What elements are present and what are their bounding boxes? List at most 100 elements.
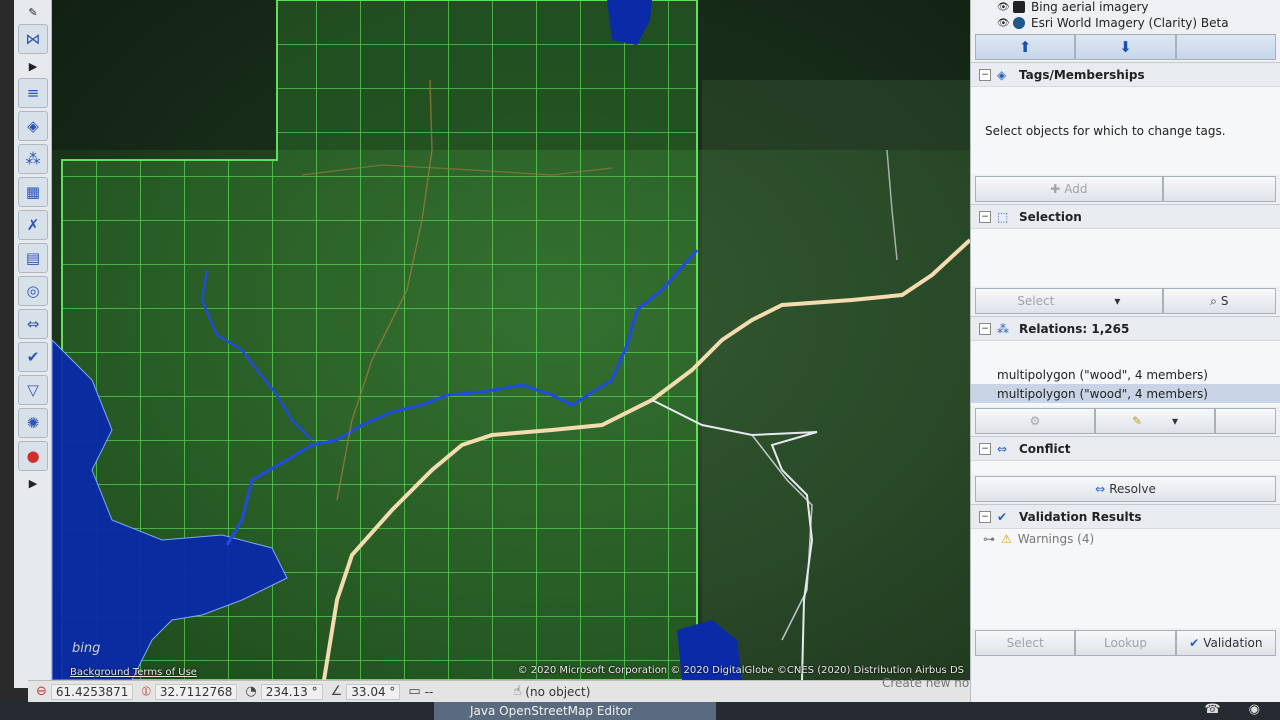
selection-list[interactable] <box>971 228 1280 286</box>
longitude-display: ⦶ 32.7112768 <box>141 683 238 700</box>
dropdown-arrow-icon[interactable]: ▾ <box>1114 294 1120 308</box>
bing-logo: bing <box>72 641 101 656</box>
tags-panel-header[interactable]: − ◈ Tags/Memberships <box>971 62 1280 86</box>
check-icon: ✔ <box>1189 636 1200 650</box>
tray-icons: ☎ ◉ <box>1204 702 1272 717</box>
move-up-button[interactable]: ⬆ <box>975 34 1076 60</box>
collapse-icon[interactable]: − <box>979 510 991 523</box>
resolve-icon: ⇔ <box>1095 482 1106 496</box>
taskbar: Java OpenStreetMap Editor ☎ ◉ <box>0 702 1280 720</box>
collapse-icon[interactable]: − <box>979 442 991 455</box>
imagery-icon[interactable]: ◎ <box>18 276 48 306</box>
tags-button-bar: ✚ Add <box>975 176 1276 202</box>
taskbar-josm-item[interactable]: Java OpenStreetMap Editor <box>434 702 716 720</box>
add-tag-button[interactable]: ✚ Add <box>975 176 1163 202</box>
layer-item[interactable]: 👁 Esri World Imagery (Clarity) Beta <box>971 16 1280 30</box>
angle-display: ∠ 33.04 ° <box>330 683 401 700</box>
josm-window: ✎ ⋈ ▶ ≡ ◈ ⁂ ▦ ✗ ▤ ◎ ⇔ ✔ ▽ ✺ ● ▶ bing Bac… <box>0 0 1280 720</box>
collapse-icon[interactable]: − <box>979 210 991 223</box>
selection-button-bar: Select ▾ ⌕ S <box>975 288 1276 314</box>
collapse-icon[interactable]: − <box>979 68 991 81</box>
selection-panel-header[interactable]: − ⬚ Selection <box>971 204 1280 228</box>
validation-tree: ⊶ ⚠ Warnings (4) <box>971 528 1280 628</box>
globe-icon <box>1013 17 1025 29</box>
distance-display: ▭ -- <box>408 684 434 699</box>
edit-icon: ✎ <box>1131 414 1143 428</box>
eye-icon[interactable]: 👁 <box>997 18 1013 29</box>
tags-empty-message: Select objects for which to change tags. <box>985 123 1226 138</box>
gear-icon: ⚙ <box>1029 414 1041 428</box>
tag-icon: ◈ <box>997 67 1007 82</box>
pointer-icon: ☝ <box>513 684 522 699</box>
expand-arrow-icon[interactable]: ▶ <box>18 474 48 492</box>
pencil-icon[interactable]: ✎ <box>18 3 48 21</box>
layer-item[interactable]: 👁 Bing aerial imagery <box>971 0 1280 14</box>
warnings-node[interactable]: ⊶ ⚠ Warnings (4) <box>971 529 1280 549</box>
improve-way-icon[interactable]: ⋈ <box>18 24 48 54</box>
move-down-button[interactable]: ⬇ <box>1075 34 1176 60</box>
relation-more-button[interactable] <box>1215 408 1276 434</box>
validation-button-bar: Select Lookup ✔ Validation <box>975 630 1276 656</box>
relation-item[interactable]: multipolygon ("wood", 4 members) <box>971 365 1280 384</box>
bing-layer-icon <box>1013 1 1025 13</box>
latitude-icon: ⊖ <box>36 684 47 699</box>
map-canvas[interactable] <box>52 0 970 680</box>
layers-icon[interactable]: ≡ <box>18 78 48 108</box>
imagery-attribution: © 2020 Microsoft Corporation © 2020 Digi… <box>517 665 964 676</box>
collapse-icon[interactable]: − <box>979 322 991 335</box>
status-bar: ⊖ 61.4253871 ⦶ 32.7112768 ◔ 234.13 ° ∠ 33.04… <box>28 680 970 702</box>
search-button[interactable]: ⌕ S <box>1162 288 1276 314</box>
validation-select-button[interactable]: Select <box>975 630 1076 656</box>
relation-edit-button[interactable]: ✎ ▾ <box>1095 408 1215 434</box>
relation-item[interactable]: multipolygon ("wood", 4 members) <box>971 384 1280 403</box>
relation-select-button[interactable]: ⚙ <box>975 408 1095 434</box>
forest-area-right <box>702 80 970 680</box>
eye-icon[interactable]: 👁 <box>997 2 1013 13</box>
select-button[interactable]: Select ▾ <box>975 288 1163 314</box>
angle-icon: ∠ <box>330 684 343 699</box>
notes-icon[interactable]: ▤ <box>18 243 48 273</box>
arrow-down-icon: ⬇ <box>1119 38 1132 56</box>
conflict-list[interactable] <box>971 460 1280 474</box>
background-terms-link[interactable]: Background Terms of Use <box>70 667 197 678</box>
plus-icon: ✚ <box>1050 182 1061 196</box>
relation-icon[interactable]: ⁂ <box>18 144 48 174</box>
relation-icon: ⁂ <box>997 321 1009 336</box>
relations-panel-header[interactable]: − ⁂ Relations: 1,265 <box>971 316 1280 340</box>
map-view[interactable]: bing Background Terms of Use © 2020 Micr… <box>52 0 970 680</box>
expand-arrow-icon[interactable]: ▶ <box>18 57 48 75</box>
conflict-icon[interactable]: ⇔ <box>18 309 48 339</box>
validation-button[interactable]: ✔ Validation <box>1175 630 1276 656</box>
heading-display: ◔ 234.13 ° <box>245 683 323 700</box>
conflict-button-bar: ⇔ Resolve <box>975 476 1276 502</box>
lookup-button[interactable]: Lookup <box>1075 630 1176 656</box>
tag-icon[interactable]: ◈ <box>18 111 48 141</box>
location-marker-icon[interactable]: ● <box>18 441 48 471</box>
ruler-icon: ▭ <box>408 684 421 699</box>
arrow-up-icon: ⬆ <box>1018 38 1032 56</box>
warning-icon: ⚠ <box>1001 532 1012 546</box>
expand-icon[interactable]: ⊶ <box>983 532 995 546</box>
history-icon[interactable]: ✗ <box>18 210 48 240</box>
conflict-icon: ⇔ <box>997 441 1008 456</box>
object-display: ☝ (no object) <box>513 684 591 699</box>
relations-list: multipolygon ("wood", 4 members) multipo… <box>971 340 1280 406</box>
selection-icon: ⬚ <box>997 209 1009 224</box>
map-paint-icon[interactable]: ✺ <box>18 408 48 438</box>
edit-tag-button[interactable] <box>1162 176 1276 202</box>
resolve-button[interactable]: ⇔ Resolve <box>975 476 1276 502</box>
validation-check-icon[interactable]: ✔ <box>18 342 48 372</box>
search-icon: ⌕ <box>1210 293 1217 308</box>
left-toolbar: ✎ ⋈ ▶ ≡ ◈ ⁂ ▦ ✗ ▤ ◎ ⇔ ✔ ▽ ✺ ● ▶ <box>14 0 52 688</box>
right-panel: 👁 Bing aerial imagery 👁 Esri World Image… <box>970 0 1280 702</box>
layer-button-bar: ⬆ ⬇ <box>975 34 1276 60</box>
validation-panel-header[interactable]: − ✔ Validation Results <box>971 504 1280 528</box>
conflict-panel-header[interactable]: − ⇔ Conflict <box>971 436 1280 460</box>
longitude-icon: ⦶ <box>141 684 151 699</box>
compass-icon: ◔ <box>245 684 257 699</box>
more-button[interactable] <box>1175 34 1276 60</box>
filter-icon[interactable]: ▽ <box>18 375 48 405</box>
selection-list-icon[interactable]: ▦ <box>18 177 48 207</box>
tags-panel-body: Select objects for which to change tags. <box>971 86 1280 174</box>
dropdown-arrow-icon[interactable]: ▾ <box>1172 414 1178 428</box>
